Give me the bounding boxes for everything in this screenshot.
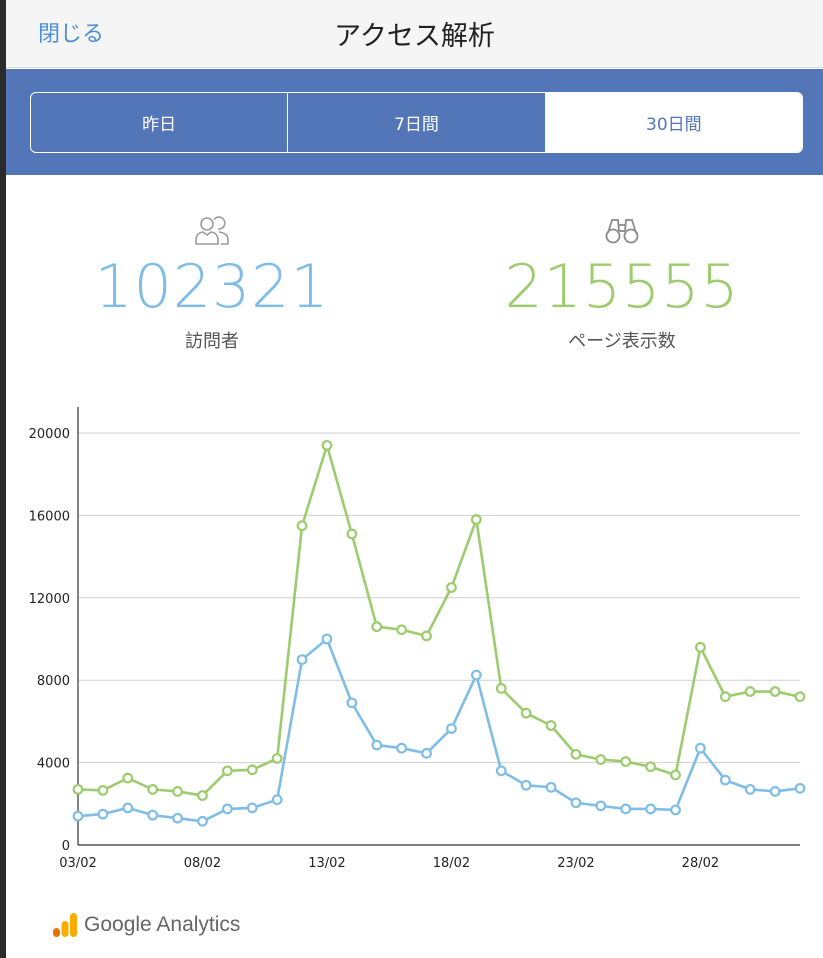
data-point: [122, 772, 134, 784]
pageviews-count: 215555: [504, 252, 740, 322]
users-icon: [62, 215, 362, 249]
x-tick-label: 23/02: [557, 856, 594, 871]
google-analytics-logo-icon: [53, 913, 77, 937]
data-point: [670, 804, 681, 816]
data-point: [570, 748, 582, 760]
tab-yesterday[interactable]: 昨日: [31, 93, 289, 152]
data-point: [296, 520, 308, 532]
series-line-0: [77, 444, 801, 797]
data-point: [321, 439, 333, 451]
data-point: [271, 794, 283, 806]
data-point: [147, 783, 159, 795]
y-tick-label: 4000: [37, 757, 70, 772]
data-point: [122, 802, 134, 814]
y-tick-label: 8000: [37, 674, 70, 689]
data-point: [396, 624, 408, 636]
data-point: [769, 786, 781, 797]
data-point: [346, 697, 358, 709]
data-point: [97, 808, 109, 820]
data-point: [221, 803, 233, 815]
data-point: [271, 753, 283, 764]
period-selector-band: 昨日 7日間 30日間: [6, 69, 823, 175]
y-tick-label: 0: [62, 839, 70, 854]
data-point: [72, 783, 84, 795]
data-point: [695, 742, 706, 754]
data-point: [620, 756, 632, 767]
data-point: [570, 797, 582, 809]
data-point: [545, 720, 557, 731]
x-tick-label: 08/02: [184, 856, 221, 871]
data-point: [246, 764, 258, 776]
x-tick-label: 03/02: [59, 856, 96, 871]
visitors-stat: 102321 訪問者: [62, 215, 362, 353]
data-point: [495, 683, 507, 694]
data-point: [172, 812, 183, 824]
data-point: [520, 707, 532, 719]
data-point: [470, 514, 482, 525]
data-point: [645, 803, 657, 815]
y-tick-label: 16000: [29, 509, 70, 524]
data-point: [470, 669, 482, 681]
data-point: [794, 782, 806, 794]
x-tick-label: 28/02: [682, 856, 719, 871]
data-point: [495, 765, 507, 777]
data-point: [371, 621, 383, 633]
data-point: [246, 802, 258, 814]
data-point: [97, 785, 109, 796]
data-point: [520, 779, 532, 791]
data-point: [545, 781, 557, 793]
y-tick-label: 12000: [29, 592, 70, 607]
data-point: [446, 723, 457, 735]
data-point: [396, 742, 408, 754]
data-point: [321, 633, 333, 645]
pageviews-stat: 215555 ページ表示数: [472, 215, 772, 353]
navigation-bar: 閉じる アクセス解析: [6, 0, 823, 68]
google-analytics-brand: Google Analytics: [52, 912, 240, 938]
tab-30-days[interactable]: 30日間: [545, 93, 802, 152]
data-point: [645, 761, 657, 773]
data-point: [719, 774, 731, 786]
data-point: [620, 803, 632, 815]
binoculars-icon: [472, 215, 772, 249]
period-segmented-control: 昨日 7日間 30日間: [30, 92, 803, 153]
google-analytics-text: Google Analytics: [84, 913, 241, 936]
data-point: [147, 809, 159, 821]
data-point: [794, 691, 806, 703]
tab-7-days[interactable]: 7日間: [288, 93, 546, 152]
data-point: [695, 641, 706, 653]
data-point: [595, 800, 607, 812]
pageviews-label: ページ表示数: [568, 331, 676, 352]
data-point: [296, 654, 308, 666]
data-point: [221, 765, 233, 777]
x-tick-label: 13/02: [308, 856, 345, 871]
data-point: [172, 786, 183, 797]
data-point: [595, 754, 607, 765]
data-point: [346, 528, 358, 540]
visitors-count: 102321: [94, 252, 330, 322]
data-point: [744, 686, 756, 697]
data-point: [744, 783, 756, 795]
data-point: [371, 739, 383, 751]
data-point: [197, 815, 208, 827]
data-point: [446, 582, 457, 593]
data-point: [769, 686, 781, 697]
data-point: [421, 630, 432, 642]
data-point: [719, 691, 731, 703]
page-title: アクセス解析: [334, 21, 495, 52]
data-point: [197, 790, 208, 801]
data-point: [72, 810, 84, 822]
x-tick-label: 18/02: [433, 856, 470, 871]
data-point: [670, 769, 681, 781]
y-tick-label: 20000: [29, 427, 70, 442]
data-point: [421, 747, 432, 759]
access-line-chart: 0 4000 8000 12000 16000 20000 03/02 08/02 13/02 1…: [29, 407, 806, 871]
visitors-label: 訪問者: [185, 331, 239, 352]
